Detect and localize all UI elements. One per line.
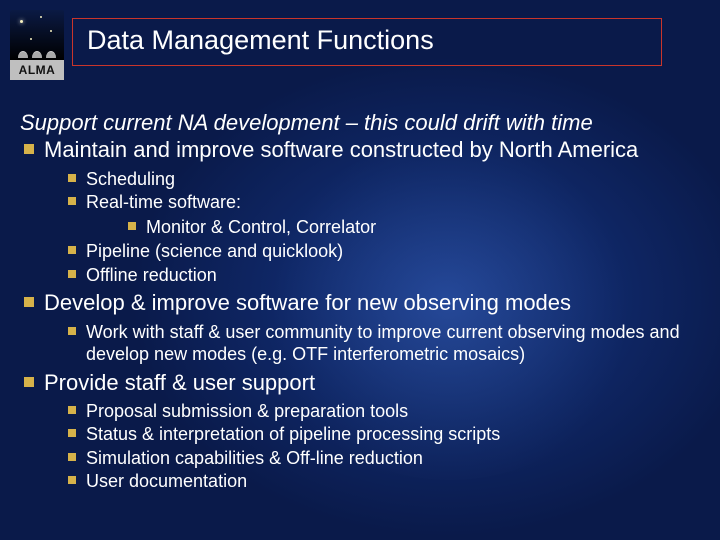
- bullet-text: Offline reduction: [86, 265, 217, 285]
- slide-title: Data Management Functions: [87, 25, 434, 56]
- list-item: Monitor & Control, Correlator: [86, 216, 700, 239]
- list-item: Simulation capabilities & Off-line reduc…: [44, 447, 700, 470]
- bullet-text: Provide staff & user support: [44, 370, 315, 395]
- list-item: Offline reduction: [44, 264, 700, 287]
- bullet-develop: Develop & improve software for new obser…: [20, 290, 700, 365]
- list-item: User documentation: [44, 470, 700, 493]
- bullet-text: Maintain and improve software constructe…: [44, 137, 638, 162]
- bullet-text: Status & interpretation of pipeline proc…: [86, 424, 500, 444]
- list-item: Scheduling: [44, 168, 700, 191]
- title-box: Data Management Functions: [72, 18, 662, 66]
- list-item: Real-time software: Monitor & Control, C…: [44, 191, 700, 238]
- bullet-text: User documentation: [86, 471, 247, 491]
- alma-logo-label: ALMA: [10, 60, 64, 80]
- bullet-text: Monitor & Control, Correlator: [146, 217, 376, 237]
- list-item: Work with staff & user community to impr…: [44, 321, 700, 366]
- bullet-text: Work with staff & user community to impr…: [86, 322, 680, 365]
- slide-subtitle: Support current NA development – this co…: [20, 110, 700, 135]
- bullet-text: Proposal submission & preparation tools: [86, 401, 408, 421]
- list-item: Status & interpretation of pipeline proc…: [44, 423, 700, 446]
- list-item: Proposal submission & preparation tools: [44, 400, 700, 423]
- bullet-text: Pipeline (science and quicklook): [86, 241, 343, 261]
- slide: ALMA Data Management Functions Support c…: [0, 0, 720, 540]
- bullet-text: Real-time software:: [86, 192, 241, 212]
- bullet-text: Scheduling: [86, 169, 175, 189]
- bullet-text: Simulation capabilities & Off-line reduc…: [86, 448, 423, 468]
- bullet-text: Develop & improve software for new obser…: [44, 290, 571, 315]
- slide-content: Support current NA development – this co…: [20, 110, 700, 530]
- bullet-maintain: Maintain and improve software constructe…: [20, 137, 700, 286]
- bullet-support: Provide staff & user support Proposal su…: [20, 370, 700, 493]
- alma-logo-sky: [10, 10, 64, 60]
- alma-logo: ALMA: [8, 10, 66, 90]
- list-item: Pipeline (science and quicklook): [44, 240, 700, 263]
